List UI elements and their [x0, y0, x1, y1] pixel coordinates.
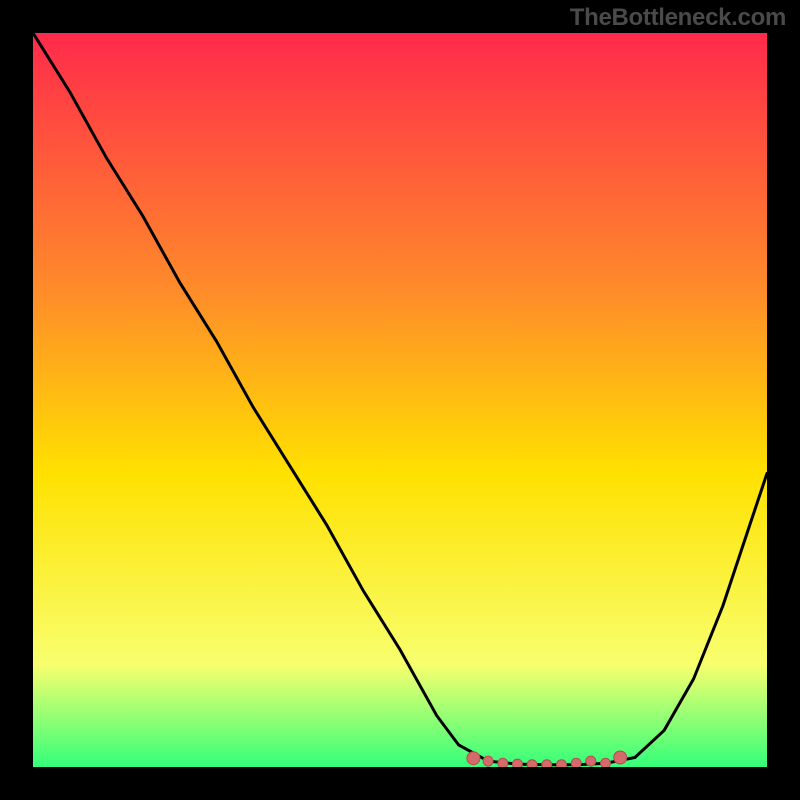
marker-dot [586, 756, 596, 766]
marker-dot [483, 756, 493, 766]
marker-dot [467, 752, 480, 765]
marker-dot [601, 758, 611, 767]
marker-dot [571, 758, 581, 767]
attribution-label: TheBottleneck.com [570, 4, 786, 32]
chart-container: TheBottleneck.com [0, 0, 800, 800]
marker-dot [542, 760, 552, 767]
marker-dot [512, 759, 522, 767]
marker-dot [527, 760, 537, 767]
marker-dot [614, 751, 627, 764]
marker-dot [498, 758, 508, 767]
marker-dot [557, 760, 567, 767]
gradient-background [33, 33, 767, 767]
bottleneck-chart [33, 33, 767, 767]
plot-area [33, 33, 767, 767]
